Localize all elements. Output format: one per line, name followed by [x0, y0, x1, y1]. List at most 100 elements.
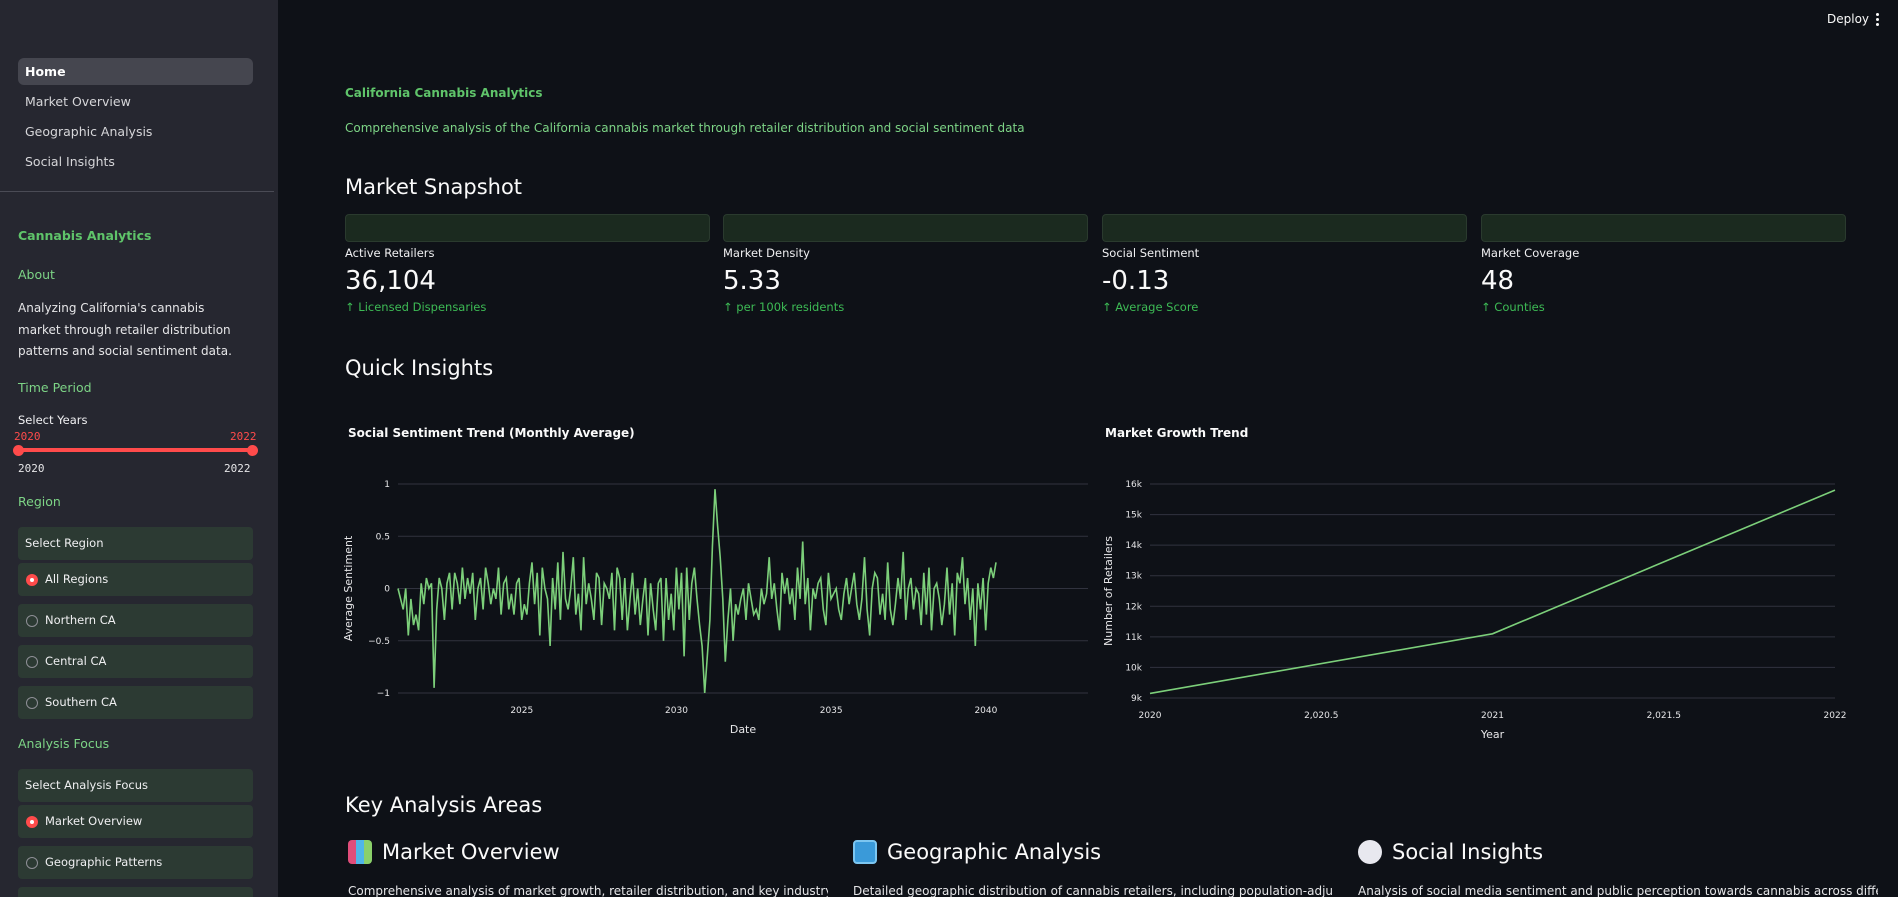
metric-bar — [1481, 214, 1846, 242]
about-heading: About — [18, 267, 55, 282]
time-period-heading: Time Period — [18, 380, 92, 395]
metric-delta-text: Counties — [1494, 300, 1545, 314]
quick-insights-heading: Quick Insights — [345, 356, 494, 380]
metric-label: Active Retailers — [345, 246, 435, 260]
key-analysis-heading: Key Analysis Areas — [345, 793, 543, 817]
area-title: Market Overview — [382, 840, 560, 864]
map-icon — [853, 840, 877, 864]
area-title: Social Insights — [1392, 840, 1544, 864]
metric-bar — [723, 214, 1088, 242]
region-heading: Region — [18, 494, 61, 509]
radio-all-regions[interactable]: All Regions — [18, 563, 253, 596]
radio-unchecked-icon — [26, 697, 38, 709]
metric-label: Social Sentiment — [1102, 246, 1200, 260]
metric-delta: ↑ Licensed Dispensaries — [345, 300, 710, 314]
radio-more-options[interactable] — [18, 887, 253, 897]
y-axis-label: Number of Retailers — [1102, 536, 1115, 646]
deploy-button[interactable]: Deploy — [1827, 12, 1869, 26]
sentiment-chart[interactable]: −1 −0.5 0 0.5 1 2025 2030 2035 2040 Date Average S… — [340, 470, 1100, 750]
metric-delta-text: per 100k residents — [736, 300, 845, 314]
metric-value: 36,104 — [345, 266, 436, 296]
growth-chart-title: Market Growth Trend — [1105, 426, 1249, 440]
x-tick-label: 2040 — [974, 706, 997, 716]
slider-min-label: 2020 — [18, 462, 45, 475]
x-tick-label: 2035 — [820, 706, 843, 716]
area-title-row: Geographic Analysis — [853, 840, 1333, 864]
slider-low-value: 2020 — [14, 430, 41, 443]
metric-active-retailers: Active Retailers 36,104 ↑ Licensed Dispe… — [345, 214, 710, 314]
metric-value: 5.33 — [723, 266, 781, 296]
metric-label: Market Coverage — [1481, 246, 1580, 260]
nav-item-home[interactable]: Home — [18, 58, 253, 85]
year-slider-low-handle[interactable] — [13, 445, 24, 456]
analysis-focus-heading: Analysis Focus — [18, 736, 110, 751]
area-title-row: Social Insights — [1358, 840, 1878, 864]
sidebar: Home Market Overview Geographic Analysis… — [0, 0, 278, 897]
radio-checked-icon — [26, 816, 38, 828]
radio-label: Southern CA — [45, 695, 117, 709]
nav-item-market-overview[interactable]: Market Overview — [18, 88, 253, 115]
y-tick-label: 9k — [1131, 694, 1143, 704]
year-slider-high-handle[interactable] — [247, 445, 258, 456]
slider-label: Select Years — [18, 413, 88, 427]
area-description: Analysis of social media sentiment and p… — [1358, 884, 1878, 897]
radio-northern-ca[interactable]: Northern CA — [18, 604, 253, 637]
metric-market-coverage: Market Coverage 48 ↑ Counties — [1481, 214, 1846, 314]
radio-unchecked-icon — [26, 656, 38, 668]
nav-item-social-insights[interactable]: Social Insights — [18, 148, 253, 175]
y-tick-label: −0.5 — [368, 637, 390, 647]
metric-delta: ↑ Counties — [1481, 300, 1846, 314]
x-tick-label: 2,021.5 — [1647, 711, 1681, 721]
y-axis-label: Average Sentiment — [342, 535, 355, 641]
market-snapshot-heading: Market Snapshot — [345, 175, 523, 199]
main-menu-icon[interactable] — [1876, 13, 1880, 28]
x-tick-label: 2022 — [1824, 711, 1847, 721]
sidebar-divider — [0, 191, 274, 192]
radio-unchecked-icon — [26, 615, 38, 627]
metric-label: Market Density — [723, 246, 810, 260]
y-tick-label: 16k — [1125, 480, 1142, 490]
area-description: Detailed geographic distribution of cann… — [853, 884, 1333, 897]
thought-bubble-icon — [1358, 840, 1382, 864]
y-tick-label: 10k — [1125, 663, 1142, 673]
radio-southern-ca[interactable]: Southern CA — [18, 686, 253, 719]
radio-label: Central CA — [45, 654, 107, 668]
radio-label: All Regions — [45, 572, 109, 586]
area-title-row: Market Overview — [348, 840, 828, 864]
metric-market-density: Market Density 5.33 ↑ per 100k residents — [723, 214, 1088, 314]
sidebar-brand: Cannabis Analytics — [18, 228, 152, 243]
year-slider-track[interactable] — [18, 448, 253, 452]
radio-market-overview[interactable]: Market Overview — [18, 805, 253, 838]
sidebar-nav: Home Market Overview Geographic Analysis… — [18, 58, 253, 178]
radio-unchecked-icon — [26, 857, 38, 869]
nav-item-geographic-analysis[interactable]: Geographic Analysis — [18, 118, 253, 145]
about-text: Analyzing California's cannabis market t… — [18, 301, 232, 358]
y-tick-label: 14k — [1125, 541, 1142, 551]
radio-label: Northern CA — [45, 613, 116, 627]
area-geographic-analysis: Geographic Analysis Detailed geographic … — [853, 840, 1333, 897]
metric-delta: ↑ per 100k residents — [723, 300, 1088, 314]
series-line — [1149, 489, 1836, 695]
growth-chart[interactable]: 9k 10k 11k 12k 13k 14k 15k 16k 2020 2,020.5 2021 2,… — [1100, 470, 1860, 750]
y-tick-label: 11k — [1125, 633, 1142, 643]
radio-central-ca[interactable]: Central CA — [18, 645, 253, 678]
slider-max-label: 2022 — [224, 462, 251, 475]
radio-geographic-patterns[interactable]: Geographic Patterns — [18, 846, 253, 879]
metric-bar — [345, 214, 710, 242]
x-tick-label: 2025 — [510, 706, 533, 716]
area-social-insights: Social Insights Analysis of social media… — [1358, 840, 1878, 897]
arrow-up-icon: ↑ — [1102, 300, 1116, 314]
arrow-up-icon: ↑ — [723, 300, 737, 314]
x-tick-label: 2021 — [1481, 711, 1504, 721]
area-description: Comprehensive analysis of market growth,… — [348, 884, 828, 897]
y-tick-label: 13k — [1125, 572, 1142, 582]
radio-checked-icon — [26, 574, 38, 586]
metric-delta: ↑ Average Score — [1102, 300, 1467, 314]
y-tick-label: 0 — [384, 585, 390, 595]
y-tick-label: 1 — [384, 480, 390, 490]
x-axis-label: Year — [1480, 728, 1505, 741]
arrow-up-icon: ↑ — [1481, 300, 1495, 314]
arrow-up-icon: ↑ — [345, 300, 359, 314]
focus-select-label: Select Analysis Focus — [18, 769, 253, 802]
y-tick-label: 0.5 — [376, 532, 390, 542]
